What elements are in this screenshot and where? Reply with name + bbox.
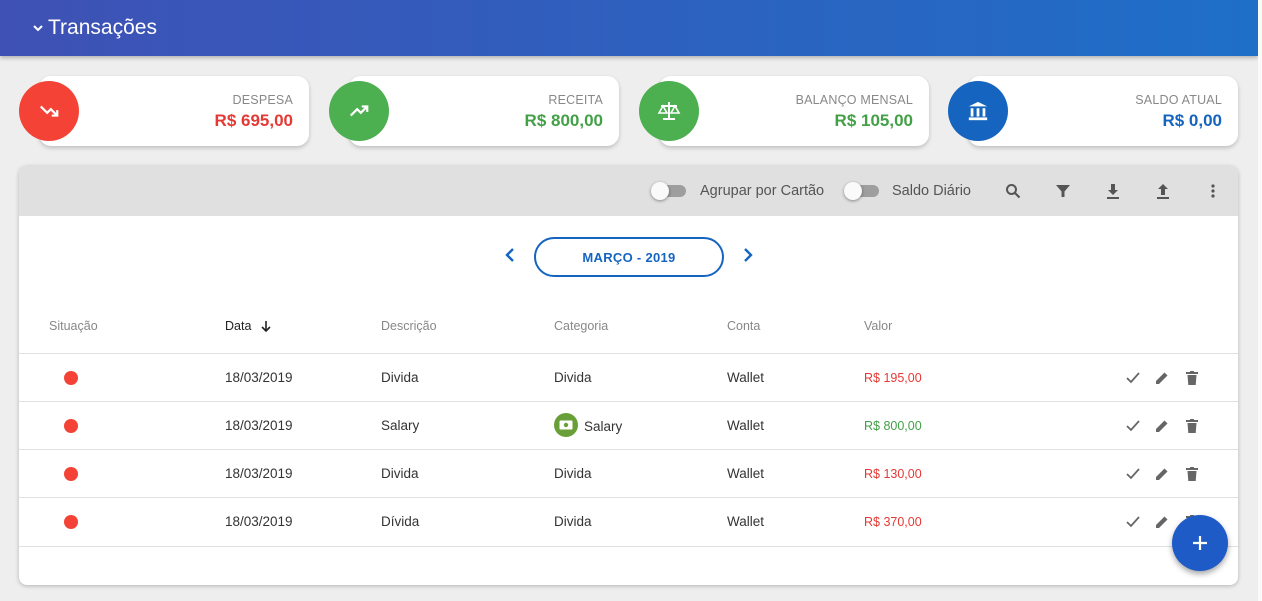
row-value: R$ 195,00 xyxy=(864,371,922,385)
upload-icon[interactable] xyxy=(1153,181,1173,201)
chevron-left-icon[interactable] xyxy=(502,247,518,263)
status-dot xyxy=(64,515,78,529)
card-value: R$ 695,00 xyxy=(214,111,293,130)
filter-icon[interactable] xyxy=(1053,181,1073,201)
table-row[interactable]: 18/03/2019 Dívida Divida Wallet R$ 370,0… xyxy=(19,497,1238,547)
page-header: Transações xyxy=(0,0,1258,56)
card-value: R$ 0,00 xyxy=(1162,111,1222,130)
card-label: SALDO ATUAL xyxy=(1135,93,1222,107)
column-header-status[interactable]: Situação xyxy=(49,319,98,333)
delete-icon[interactable] xyxy=(1183,417,1201,435)
transactions-panel: Agrupar por Cartão Saldo Diário MARÇO - … xyxy=(19,166,1238,585)
chevron-right-icon[interactable] xyxy=(740,247,756,263)
delete-icon[interactable] xyxy=(1183,465,1201,483)
column-header-value[interactable]: Valor xyxy=(864,319,892,333)
arrow-down-icon xyxy=(261,320,271,335)
column-header-date[interactable]: Data xyxy=(225,319,271,335)
trending-down-icon xyxy=(19,81,79,141)
column-header-account[interactable]: Conta xyxy=(727,319,760,333)
status-dot xyxy=(64,371,78,385)
trending-up-icon xyxy=(329,81,389,141)
row-category: Divida xyxy=(554,514,592,529)
status-dot xyxy=(64,467,78,481)
column-header-description[interactable]: Descrição xyxy=(381,319,437,333)
row-date: 18/03/2019 xyxy=(225,466,293,481)
check-icon[interactable] xyxy=(1124,513,1142,531)
row-category: Divida xyxy=(554,466,592,481)
row-value: R$ 370,00 xyxy=(864,515,922,529)
group-by-card-toggle[interactable] xyxy=(651,182,687,200)
row-value: R$ 130,00 xyxy=(864,467,922,481)
add-transaction-button[interactable] xyxy=(1172,515,1228,571)
toolbar: Agrupar por Cartão Saldo Diário xyxy=(19,166,1238,216)
row-account: Wallet xyxy=(727,514,765,529)
row-description: Dívida xyxy=(381,514,420,529)
row-date: 18/03/2019 xyxy=(225,418,293,433)
scrollbar-track[interactable] xyxy=(1258,0,1262,601)
card-label: DESPESA xyxy=(232,93,293,107)
column-header-category[interactable]: Categoria xyxy=(554,319,608,333)
check-icon[interactable] xyxy=(1124,417,1142,435)
row-value: R$ 800,00 xyxy=(864,419,922,433)
row-description: Salary xyxy=(381,418,420,433)
edit-icon[interactable] xyxy=(1153,465,1171,483)
row-description: Divida xyxy=(381,370,419,385)
table-row[interactable]: 18/03/2019 Salary Salary Wallet R$ 800,0… xyxy=(19,401,1238,450)
card-value: R$ 800,00 xyxy=(524,111,603,130)
card-label: RECEITA xyxy=(548,93,603,107)
row-date: 18/03/2019 xyxy=(225,514,293,529)
scale-icon xyxy=(639,81,699,141)
check-icon[interactable] xyxy=(1124,465,1142,483)
page-title: Transações xyxy=(48,16,157,39)
edit-icon[interactable] xyxy=(1153,369,1171,387)
summary-card-expense: DESPESA R$ 695,00 xyxy=(19,76,309,146)
row-account: Wallet xyxy=(727,466,765,481)
check-icon[interactable] xyxy=(1124,369,1142,387)
card-value: R$ 105,00 xyxy=(834,111,913,130)
more-vert-icon[interactable] xyxy=(1203,181,1223,201)
summary-card-current-balance: SALDO ATUAL R$ 0,00 xyxy=(948,76,1238,146)
money-icon xyxy=(554,413,578,437)
summary-card-monthly-balance: BALANÇO MENSAL R$ 105,00 xyxy=(639,76,929,146)
row-account: Wallet xyxy=(727,418,765,433)
row-category: Salary xyxy=(584,419,623,434)
row-category: Divida xyxy=(554,370,592,385)
table-row[interactable]: 18/03/2019 Divida Divida Wallet R$ 195,0… xyxy=(19,353,1238,402)
search-icon[interactable] xyxy=(1003,181,1023,201)
current-month-button[interactable]: MARÇO - 2019 xyxy=(534,237,724,277)
month-navigator: MARÇO - 2019 xyxy=(19,237,1238,277)
table-row[interactable]: 18/03/2019 Divida Divida Wallet R$ 130,0… xyxy=(19,449,1238,498)
download-icon[interactable] xyxy=(1103,181,1123,201)
row-description: Divida xyxy=(381,466,419,481)
delete-icon[interactable] xyxy=(1183,369,1201,387)
bank-icon xyxy=(948,81,1008,141)
edit-icon[interactable] xyxy=(1153,417,1171,435)
row-account: Wallet xyxy=(727,370,765,385)
column-header-label: Data xyxy=(225,319,252,333)
group-by-card-label: Agrupar por Cartão xyxy=(700,183,825,199)
row-date: 18/03/2019 xyxy=(225,370,293,385)
summary-card-income: RECEITA R$ 800,00 xyxy=(329,76,619,146)
daily-balance-toggle[interactable] xyxy=(844,182,880,200)
daily-balance-label: Saldo Diário xyxy=(892,183,971,199)
card-label: BALANÇO MENSAL xyxy=(795,93,913,107)
chevron-down-icon[interactable] xyxy=(32,22,44,34)
plus-icon xyxy=(1193,536,1207,550)
edit-icon[interactable] xyxy=(1153,513,1171,531)
status-dot xyxy=(64,419,78,433)
